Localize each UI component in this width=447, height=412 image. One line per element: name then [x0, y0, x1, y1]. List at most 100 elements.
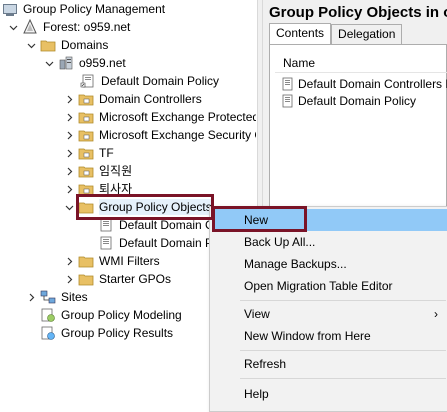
tree-item-label: Starter GPOs — [99, 272, 172, 286]
tree-item-label: TF — [99, 146, 114, 160]
tree-item-sites[interactable]: Sites — [26, 288, 88, 306]
tree-item-retired[interactable]: 퇴사자 — [64, 180, 132, 198]
list-item[interactable]: Default Domain Policy — [281, 93, 416, 109]
menu-item-label: Manage Backups... — [244, 257, 347, 271]
details-tabs: Contents Delegation — [269, 23, 403, 45]
menu-item-refresh[interactable]: Refresh — [212, 353, 447, 375]
tree-item-domain-controllers[interactable]: Domain Controllers — [64, 90, 202, 108]
tree-item-label: 퇴사자 — [99, 182, 133, 196]
ou-folder-icon — [78, 181, 94, 197]
ou-folder-icon — [78, 163, 94, 179]
sites-icon — [40, 289, 56, 305]
gp-results-label: Group Policy Results — [61, 326, 174, 340]
ou-folder-icon — [78, 109, 94, 125]
domains-label: Domains — [61, 38, 109, 52]
tab-contents[interactable]: Contents — [269, 23, 332, 45]
tree-item-gp-results[interactable]: Group Policy Results — [40, 324, 173, 342]
tree-item-employees[interactable]: 임직원 — [64, 162, 132, 180]
forest-icon — [22, 18, 38, 35]
gpo-icon — [98, 217, 114, 233]
tree-item-label: Domain Controllers — [99, 92, 202, 106]
chevron-right-icon[interactable] — [64, 274, 74, 284]
menu-item-help[interactable]: Help — [212, 383, 447, 405]
menu-item-label: Help — [244, 387, 269, 401]
menu-item-label: View — [244, 307, 270, 321]
menu-item-label: Refresh — [244, 357, 287, 371]
ou-folder-icon — [78, 91, 94, 107]
chevron-down-icon[interactable] — [64, 202, 74, 212]
ou-folder-icon — [78, 127, 94, 143]
tab-delegation[interactable]: Delegation — [331, 24, 403, 44]
forest-label: Forest: o959.net — [43, 20, 131, 34]
tree-item-domain[interactable]: o959.net — [44, 54, 126, 72]
menu-item-label: Back Up All... — [244, 235, 316, 249]
domain-icon — [58, 55, 74, 71]
gpo-icon — [98, 235, 114, 251]
tree-item-default-domain-policy[interactable]: Default Domain Policy — [80, 72, 219, 90]
chevron-down-icon[interactable] — [26, 40, 36, 50]
tree-root[interactable]: Group Policy Management — [2, 0, 165, 18]
list-item[interactable]: Default Domain Controllers Polic — [281, 76, 447, 92]
gp-modeling-icon — [40, 307, 56, 323]
menu-separator — [240, 300, 446, 301]
gp-results-icon — [40, 325, 56, 341]
chevron-right-icon[interactable] — [64, 130, 74, 140]
chevron-right-icon[interactable] — [64, 166, 74, 176]
tree-item-label: Microsoft Exchange Protected — [99, 110, 256, 124]
tree-root-label: Group Policy Management — [23, 2, 166, 16]
menu-item-manage-backups[interactable]: Manage Backups... — [212, 253, 447, 275]
tree-item-gpo-default-domain-controllers[interactable]: Default Domain C — [98, 216, 214, 234]
tree-item-gpo-default-domain-policy[interactable]: Default Domain P — [98, 234, 213, 252]
menu-item-open-migration-table-editor[interactable]: Open Migration Table Editor — [212, 275, 447, 297]
chevron-down-icon[interactable] — [44, 58, 54, 68]
tree-item-label: 임직원 — [99, 164, 133, 178]
tree-item-exchange-security[interactable]: Microsoft Exchange Security G — [64, 126, 256, 144]
context-menu: New Back Up All... Manage Backups... Ope… — [209, 206, 447, 412]
wmi-folder-icon — [78, 253, 94, 269]
chevron-right-icon[interactable] — [64, 184, 74, 194]
tree-item-label: Microsoft Exchange Security G — [99, 128, 256, 142]
column-header-label: Name — [283, 56, 316, 70]
menu-item-view[interactable]: View › — [212, 303, 447, 325]
tree-item-starter-gpos[interactable]: Starter GPOs — [64, 270, 171, 288]
list-item-label: Default Domain Controllers Polic — [298, 77, 447, 91]
tree-item-label: Default Domain P — [119, 236, 214, 250]
menu-separator — [240, 378, 446, 379]
starter-gpo-folder-icon — [78, 271, 94, 287]
gpo-folder-icon — [78, 199, 94, 215]
tree-item-exchange-protected[interactable]: Microsoft Exchange Protected — [64, 108, 256, 126]
tree-item-tf[interactable]: TF — [64, 144, 114, 162]
gpo-icon — [281, 77, 295, 91]
gpm-console-icon — [2, 1, 18, 17]
list-item-label: Default Domain Policy — [298, 94, 417, 108]
tree-item-label: WMI Filters — [99, 254, 160, 268]
chevron-right-icon[interactable] — [64, 94, 74, 104]
chevron-right-icon[interactable] — [64, 256, 74, 266]
tree-item-group-policy-objects[interactable]: Group Policy Objects — [64, 198, 212, 216]
tree-item-label: Default Domain C — [119, 218, 214, 232]
tree-item-gp-modeling[interactable]: Group Policy Modeling — [40, 306, 182, 324]
menu-item-label: New — [244, 213, 269, 227]
tree-item-label: Group Policy Objects — [99, 199, 212, 215]
details-title: Group Policy Objects in o9 — [269, 4, 447, 21]
gpo-link-icon — [80, 73, 96, 89]
chevron-down-icon[interactable] — [8, 22, 18, 32]
gp-modeling-label: Group Policy Modeling — [61, 308, 182, 322]
column-header-name[interactable]: Name — [275, 54, 447, 73]
tree-item-forest[interactable]: Forest: o959.net — [8, 18, 130, 36]
menu-separator — [240, 350, 446, 351]
menu-item-label: Open Migration Table Editor — [244, 279, 393, 293]
domain-label: o959.net — [79, 56, 126, 70]
tree-item-domains[interactable]: Domains — [26, 36, 108, 54]
tree-item-wmi-filters[interactable]: WMI Filters — [64, 252, 160, 270]
tree-item-label: Default Domain Policy — [101, 74, 220, 88]
menu-item-new[interactable]: New — [212, 209, 447, 231]
menu-item-back-up-all[interactable]: Back Up All... — [212, 231, 447, 253]
ou-folder-icon — [78, 145, 94, 161]
menu-item-label: New Window from Here — [244, 329, 371, 343]
chevron-right-icon[interactable] — [64, 112, 74, 122]
chevron-right-icon[interactable] — [26, 292, 36, 302]
chevron-right-icon[interactable] — [64, 148, 74, 158]
gpo-icon — [281, 94, 295, 108]
menu-item-new-window-from-here[interactable]: New Window from Here — [212, 325, 447, 347]
